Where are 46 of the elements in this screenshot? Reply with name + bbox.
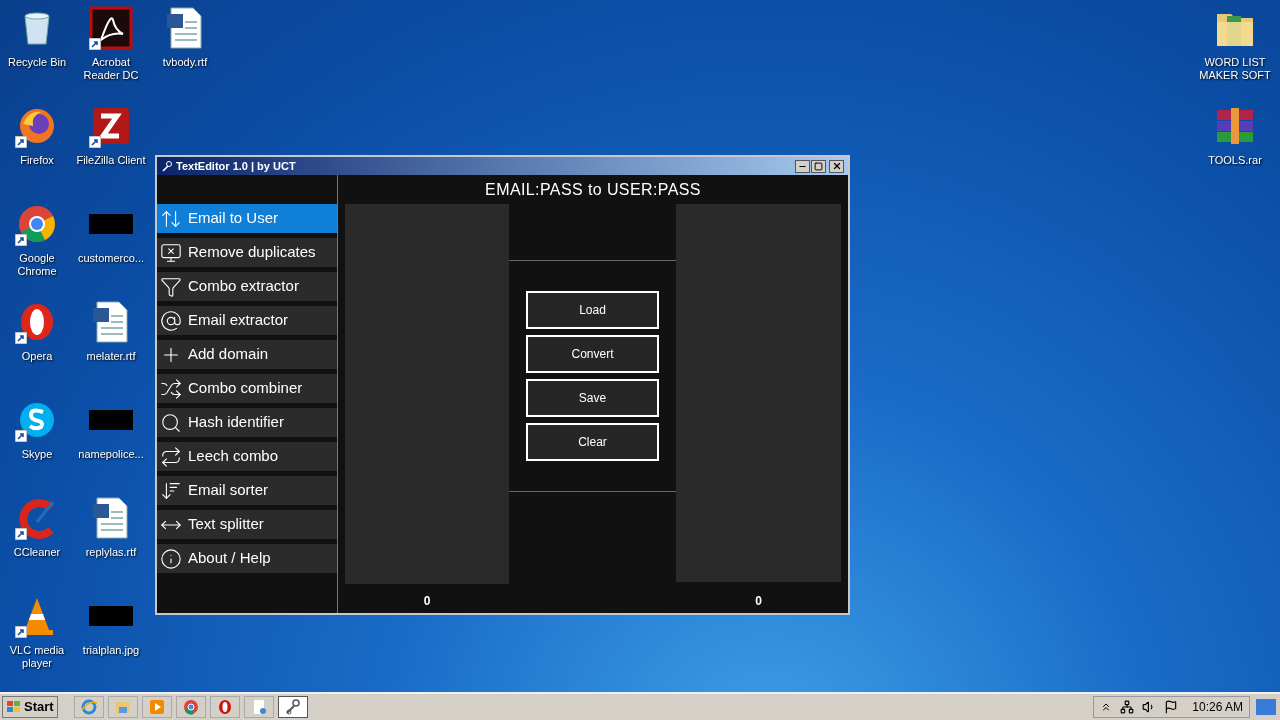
search-icon	[160, 411, 182, 434]
line-count: 0	[423, 594, 431, 608]
network-icon	[1120, 700, 1135, 714]
app-icon	[181, 698, 200, 716]
sidebar-item[interactable]: Text splitter	[157, 510, 337, 539]
app-icon	[147, 698, 166, 716]
app-icon	[79, 698, 98, 716]
line-count: 0	[755, 594, 762, 608]
at-sign-icon	[160, 309, 182, 332]
action-button[interactable]: Save	[526, 379, 659, 417]
taskbar-button[interactable]	[209, 696, 240, 718]
window-title: TextEditor 1.0 | by UCT	[176, 158, 296, 174]
close-button[interactable]	[829, 159, 844, 173]
action-button[interactable]: Convert	[526, 335, 659, 373]
repeat-icon	[160, 445, 182, 468]
sidebar-item[interactable]: Add domain	[157, 340, 337, 369]
sidebar-item[interactable]: Leech combo	[157, 442, 337, 471]
sidebar-item[interactable]: Email sorter	[157, 476, 337, 505]
taskbar-button[interactable]	[277, 696, 308, 718]
start-button[interactable]: Start	[2, 696, 58, 718]
close-icon	[831, 161, 842, 171]
maximize-icon	[814, 161, 823, 171]
action-button[interactable]: Clear	[526, 423, 659, 461]
sidebar-item[interactable]: Combo extractor	[157, 272, 337, 301]
shuffle-icon	[160, 377, 182, 400]
screen-icon	[160, 241, 182, 264]
taskbar-button[interactable]	[243, 696, 274, 718]
tool-icon	[161, 160, 173, 172]
panel-heading: EMAIL:PASS to USER:PASS	[485, 179, 701, 200]
sidebar-item[interactable]: Combo combiner	[157, 374, 337, 403]
clock: 10:26 AM	[1192, 699, 1243, 716]
app-icon	[283, 698, 302, 716]
sidebar-item[interactable]: Hash identifier	[157, 408, 337, 437]
funnel-icon	[160, 275, 182, 298]
sidebar-item[interactable]: Remove duplicates	[157, 238, 337, 267]
sidebar-item[interactable]: About / Help	[157, 544, 337, 573]
sidebar-item[interactable]: Email to User	[157, 204, 337, 233]
action-button[interactable]: Load	[526, 291, 659, 329]
flag-icon	[1164, 700, 1179, 714]
app-logo-icon	[89, 6, 133, 50]
info-icon	[160, 547, 182, 570]
minimize-button[interactable]	[795, 159, 810, 173]
sidebar-item[interactable]: Email extractor	[157, 306, 337, 335]
windows-flag-icon	[6, 700, 22, 714]
input-text-area[interactable]	[345, 204, 509, 584]
maximize-button[interactable]	[811, 159, 826, 173]
